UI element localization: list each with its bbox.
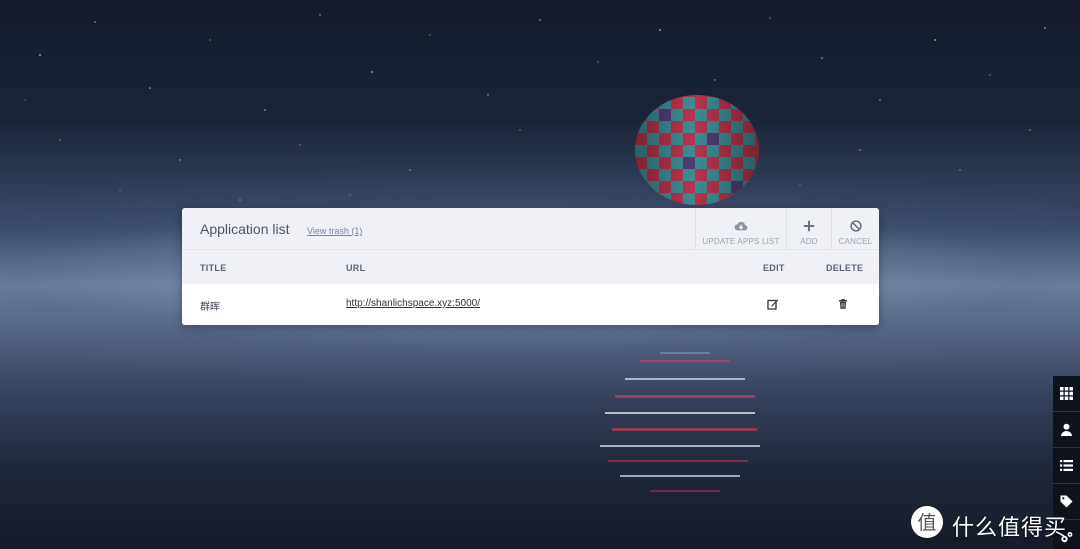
watermark: 值 什么值得买 [908,503,1080,543]
list-button[interactable] [1053,448,1080,484]
grid-icon [1060,387,1073,400]
app-url-link[interactable]: http://shanlichspace.xyz:5000/ [346,298,480,309]
update-apps-list-label: UPDATE APPS LIST [702,237,780,246]
ban-icon [849,220,862,232]
view-trash-link[interactable]: View trash (1) [307,226,362,236]
cloud-download-icon [734,221,748,231]
table-row: 群晖 http://shanlichspace.xyz:5000/ [182,284,879,325]
cancel-label: CANCEL [838,237,873,246]
user-button[interactable] [1053,412,1080,448]
table-header: TITLE URL EDIT DELETE [182,250,879,284]
card-title: Application list [200,221,290,237]
add-button[interactable]: ADD [786,208,831,250]
list-icon [1060,460,1073,471]
trash-icon[interactable] [837,298,849,310]
application-list-card: Application list View trash (1) UPDATE A… [182,208,879,325]
card-header: Application list View trash (1) UPDATE A… [182,208,879,250]
column-url: URL [346,263,366,273]
update-apps-list-button[interactable]: UPDATE APPS LIST [695,208,786,250]
water-reflection [600,352,760,492]
column-title: TITLE [200,263,227,273]
svg-text:值: 值 [917,512,936,534]
watermark-logo: 值 [911,506,943,538]
app-title-cell: 群晖 [200,302,220,313]
watermark-text: 什么值得买 [952,516,1068,541]
plus-icon [803,220,815,232]
stars [24,14,1046,201]
balloon [635,95,759,205]
column-edit: EDIT [763,263,785,273]
edit-icon[interactable] [767,298,779,310]
apps-grid-button[interactable] [1053,376,1080,412]
cancel-button[interactable]: CANCEL [831,208,879,250]
add-label: ADD [800,237,818,246]
user-icon [1061,423,1072,436]
column-delete: DELETE [826,263,864,273]
